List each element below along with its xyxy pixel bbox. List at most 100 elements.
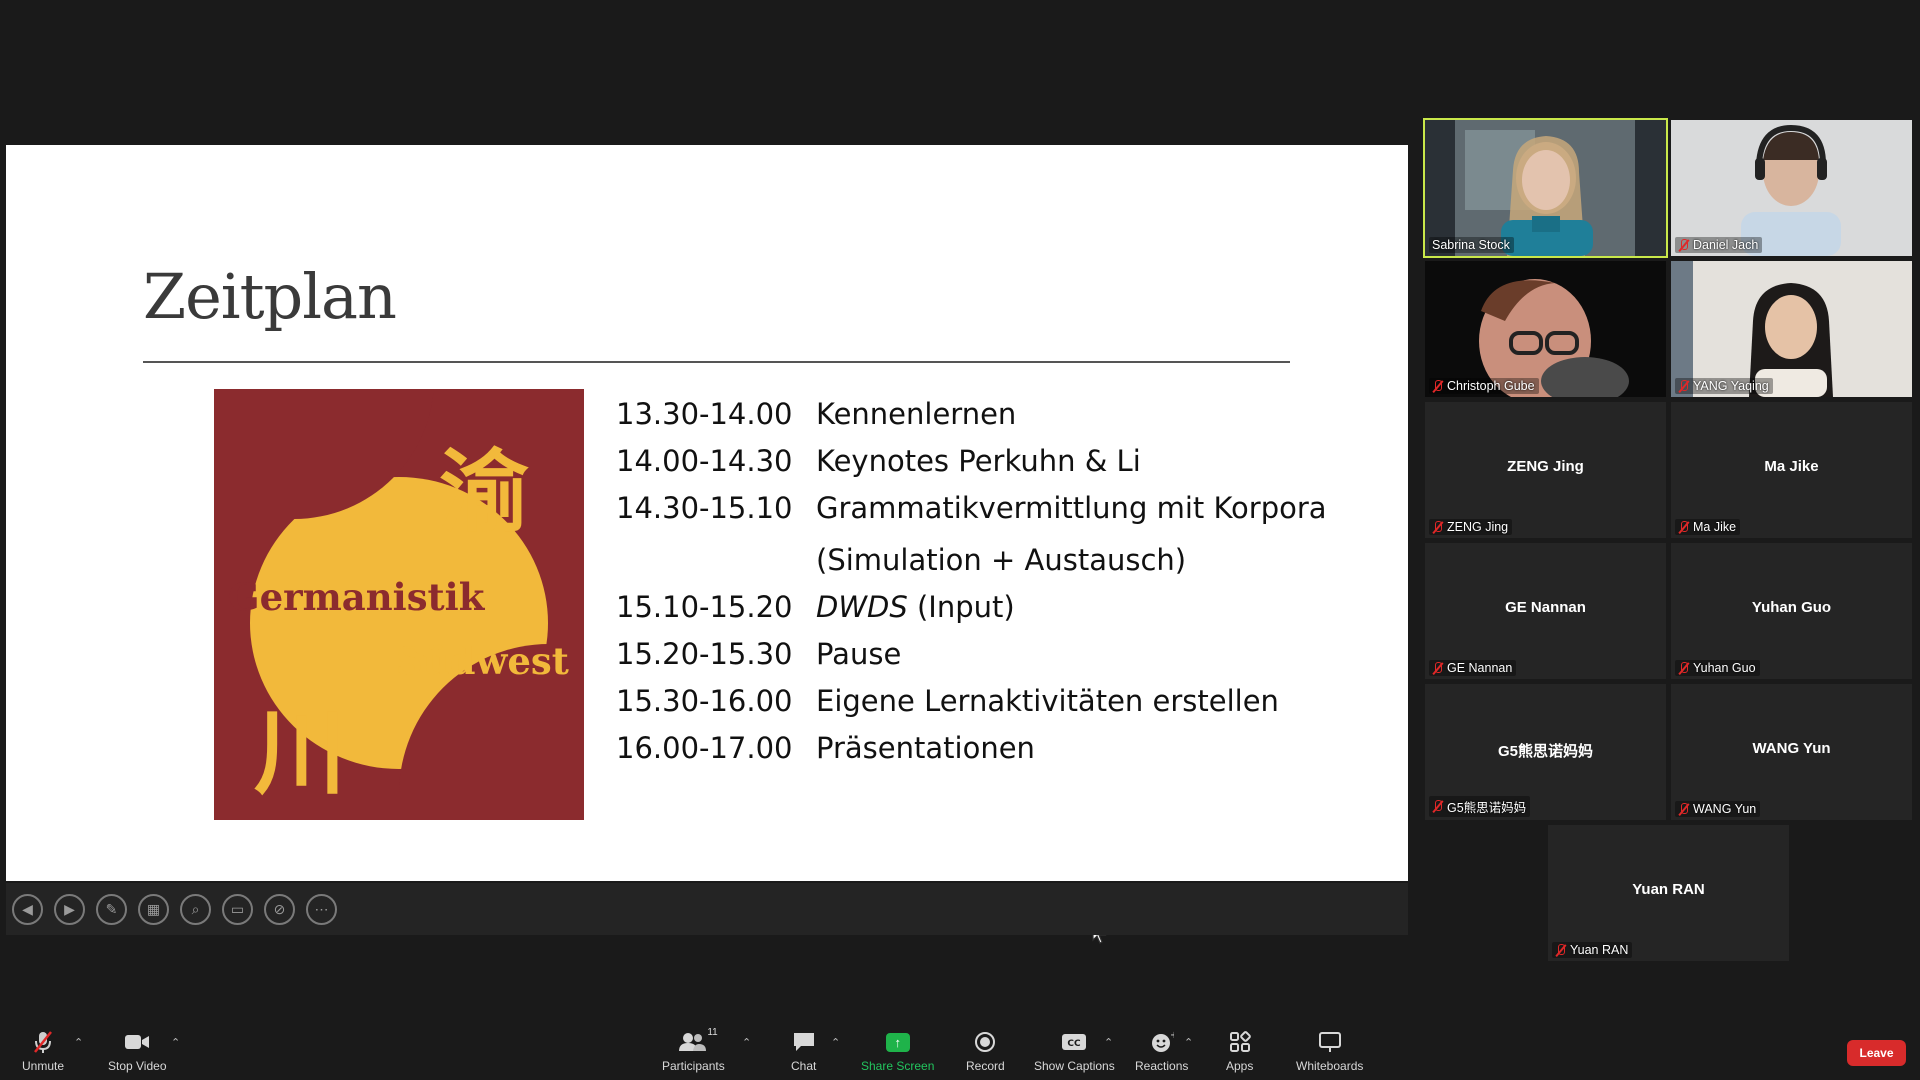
show-captions-button[interactable]: CC Show Captions (1034, 1030, 1115, 1073)
stop-video-label: Stop Video (108, 1059, 167, 1073)
video-tile[interactable]: ZENG Jing ZENG Jing (1425, 402, 1666, 538)
participant-name-label: WANG Yun (1675, 801, 1761, 817)
closed-captions-icon: CC (1061, 1030, 1087, 1054)
muted-mic-icon (1678, 802, 1689, 816)
video-tile[interactable]: G5熊思诺妈妈 G5熊思诺妈妈 (1425, 684, 1666, 820)
participant-name-label: Yuhan Guo (1675, 660, 1760, 676)
participant-name-label: YANG Yaqing (1675, 378, 1773, 394)
video-tile[interactable]: GE Nannan GE Nannan (1425, 543, 1666, 679)
schedule-time: 15.30-16.00 (616, 684, 793, 718)
participant-name-label: GE Nannan (1429, 660, 1517, 676)
more-icon[interactable]: ⋯ (306, 893, 337, 925)
whiteboards-button[interactable]: Whiteboards (1296, 1030, 1363, 1073)
title-divider (143, 361, 1290, 363)
apps-grid-icon (1229, 1030, 1251, 1054)
video-tile[interactable]: Sabrina Stock (1423, 118, 1668, 258)
video-tile[interactable]: Daniel Jach (1671, 120, 1912, 256)
apps-button[interactable]: Apps (1226, 1030, 1253, 1073)
schedule-activity: (Simulation + Austausch) (816, 543, 1187, 577)
participant-name-label: Daniel Jach (1675, 237, 1763, 253)
participant-name-label: Yuan RAN (1552, 942, 1633, 958)
video-options-caret-icon[interactable]: ⌃ (171, 1036, 180, 1049)
record-icon (974, 1030, 996, 1054)
reactions-label: Reactions (1135, 1059, 1189, 1073)
muted-mic-icon (1432, 661, 1443, 675)
germanistik-suedwest-logo: 渝 川 Germanistik Südwest (214, 389, 584, 820)
logo-word-suedwest: Südwest (396, 639, 569, 683)
participants-caret-icon[interactable]: ⌃ (742, 1036, 751, 1049)
leave-button[interactable]: Leave (1847, 1040, 1906, 1066)
share-screen-label: Share Screen (861, 1059, 935, 1073)
meeting-toolbar: Unmute ⌃ Stop Video ⌃ 11 Participants ⌃ … (0, 1020, 1920, 1080)
logo-char-yu: 渝 (439, 439, 529, 545)
participants-icon: 11 (679, 1027, 718, 1054)
unmute-label: Unmute (22, 1059, 65, 1073)
schedule-time: 15.10-15.20 (616, 590, 793, 624)
schedule-time: 14.30-15.10 (616, 491, 793, 525)
slide-control-bar: ◀ ▶ ✎ ▦ ⌕ ▭ ⊘ ⋯ (6, 883, 1408, 935)
stop-video-button[interactable]: Stop Video (108, 1030, 167, 1073)
participant-display-name: ZENG Jing (1507, 458, 1584, 475)
schedule-activity-italic: DWDS (816, 590, 908, 624)
participant-video (1425, 261, 1666, 397)
shared-slide: Zeitplan 渝 川 Germanistik Südwest 13.30-1… (6, 145, 1408, 944)
record-button[interactable]: Record (966, 1030, 1005, 1073)
schedule-activity: Präsentationen (816, 731, 1035, 765)
video-tile[interactable]: Yuhan Guo Yuhan Guo (1671, 543, 1912, 679)
video-tile[interactable]: Yuan RAN Yuan RAN (1548, 825, 1789, 961)
schedule-activity-rest: (Input) (907, 590, 1015, 624)
zoom-icon[interactable]: ⌕ (180, 893, 211, 925)
participant-name-label: G5熊思诺妈妈 (1429, 796, 1531, 817)
video-tile[interactable]: WANG Yun WANG Yun (1671, 684, 1912, 820)
svg-text:CC: CC (1068, 1039, 1082, 1049)
video-tile[interactable]: YANG Yaqing (1671, 261, 1912, 397)
slide-title: Zeitplan (143, 260, 397, 333)
unmute-button[interactable]: Unmute (22, 1030, 64, 1073)
muted-mic-icon (1678, 238, 1689, 252)
participant-display-name: GE Nannan (1505, 599, 1586, 616)
muted-mic-icon (1678, 379, 1689, 393)
schedule-time: 16.00-17.00 (616, 731, 793, 765)
logo-word-germanistik: Germanistik (228, 575, 485, 619)
record-label: Record (966, 1059, 1005, 1073)
subtitles-icon[interactable]: ▭ (222, 893, 253, 925)
participants-button[interactable]: 11 Participants (662, 1027, 725, 1073)
audio-options-caret-icon[interactable]: ⌃ (74, 1036, 83, 1049)
chat-caret-icon[interactable]: ⌃ (831, 1036, 840, 1049)
previous-icon[interactable]: ◀ (12, 893, 43, 925)
reactions-caret-icon[interactable]: ⌃ (1184, 1036, 1193, 1049)
video-tile[interactable]: Ma Jike Ma Jike (1671, 402, 1912, 538)
reactions-button[interactable]: + Reactions (1135, 1030, 1188, 1073)
hide-video-icon[interactable]: ⊘ (264, 893, 295, 925)
captions-caret-icon[interactable]: ⌃ (1104, 1036, 1113, 1049)
schedule-time: 14.00-14.30 (616, 444, 793, 478)
layout-icon[interactable]: ▦ (138, 893, 169, 925)
schedule-activity: Pause (816, 637, 902, 671)
participant-name-label: ZENG Jing (1429, 519, 1513, 535)
participant-display-name: G5熊思诺妈妈 (1497, 743, 1593, 760)
schedule-activity: DWDS (Input) (816, 590, 1015, 624)
participant-name-label: Ma Jike (1675, 519, 1741, 535)
participant-display-name: Ma Jike (1764, 458, 1819, 475)
muted-mic-icon (1432, 520, 1443, 534)
next-icon[interactable]: ▶ (54, 893, 85, 925)
schedule-activity: Keynotes Perkuhn & Li (816, 444, 1141, 478)
video-tile[interactable]: Christoph Gube (1425, 261, 1666, 397)
chat-bubble-icon (792, 1030, 816, 1054)
share-screen-button[interactable]: ↑ Share Screen (861, 1030, 934, 1073)
muted-mic-icon (1432, 379, 1443, 393)
participants-label: Participants (662, 1059, 725, 1073)
logo-char-chuan: 川 (254, 699, 347, 807)
pen-icon[interactable]: ✎ (96, 893, 127, 925)
whiteboard-icon (1318, 1030, 1342, 1054)
participant-display-name: Yuan RAN (1632, 881, 1705, 898)
chat-button[interactable]: Chat (791, 1030, 816, 1073)
show-captions-label: Show Captions (1034, 1059, 1115, 1073)
participant-video (1671, 120, 1912, 256)
participant-name-label: Sabrina Stock (1429, 237, 1514, 253)
participant-video (1671, 261, 1912, 397)
reactions-smiley-icon: + (1150, 1030, 1174, 1054)
schedule-time: 13.30-14.00 (616, 397, 793, 431)
apps-label: Apps (1226, 1059, 1254, 1073)
svg-text:+: + (1170, 1030, 1174, 1041)
